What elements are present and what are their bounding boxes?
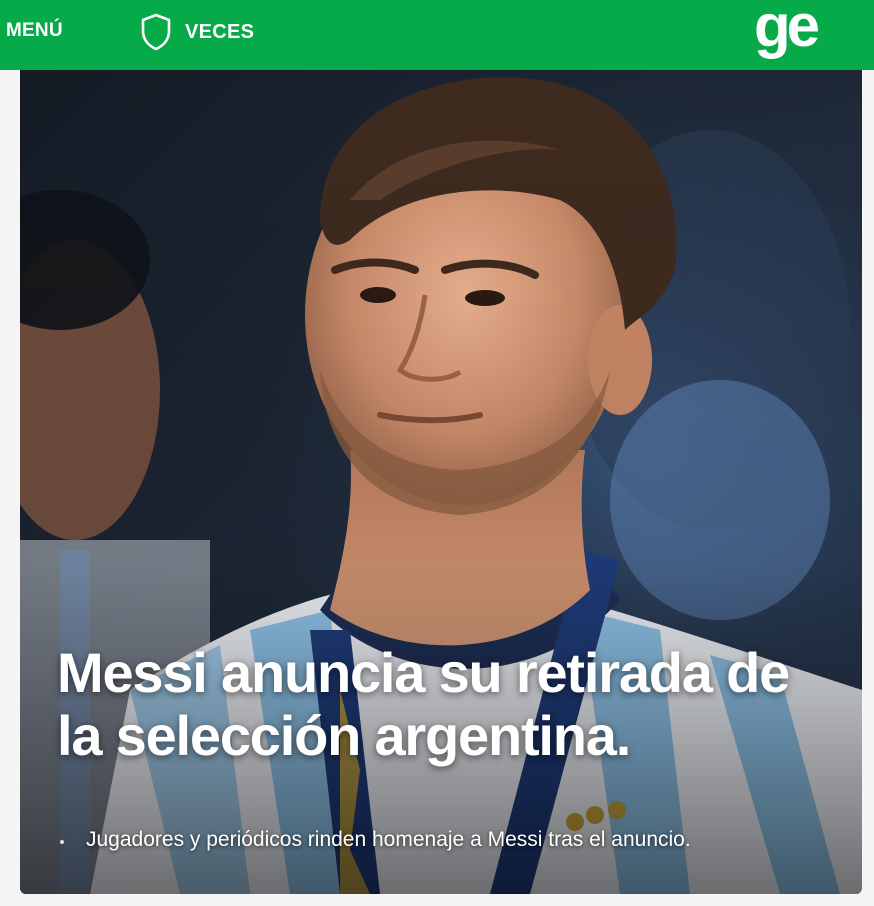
team-label: VECES xyxy=(185,20,255,43)
team-link[interactable]: VECES xyxy=(140,13,254,51)
headline[interactable]: Messi anuncia su retirada de la selecció… xyxy=(57,641,837,767)
ge-logo[interactable]: ge xyxy=(754,0,832,66)
top-bar: MENÚ VECES ge xyxy=(0,0,874,70)
hero-article[interactable]: Messi anuncia su retirada de la selecció… xyxy=(20,70,862,894)
related-link-text: Jugadores y periódicos rinden homenaje a… xyxy=(86,828,691,851)
bullet-icon xyxy=(60,840,64,844)
shield-icon xyxy=(141,13,171,51)
hero-photo xyxy=(20,70,862,894)
menu-button[interactable]: MENÚ xyxy=(6,20,63,42)
related-link[interactable]: Jugadores y periódicos rinden homenaje a… xyxy=(60,828,691,852)
logo-text: ge xyxy=(754,0,819,59)
